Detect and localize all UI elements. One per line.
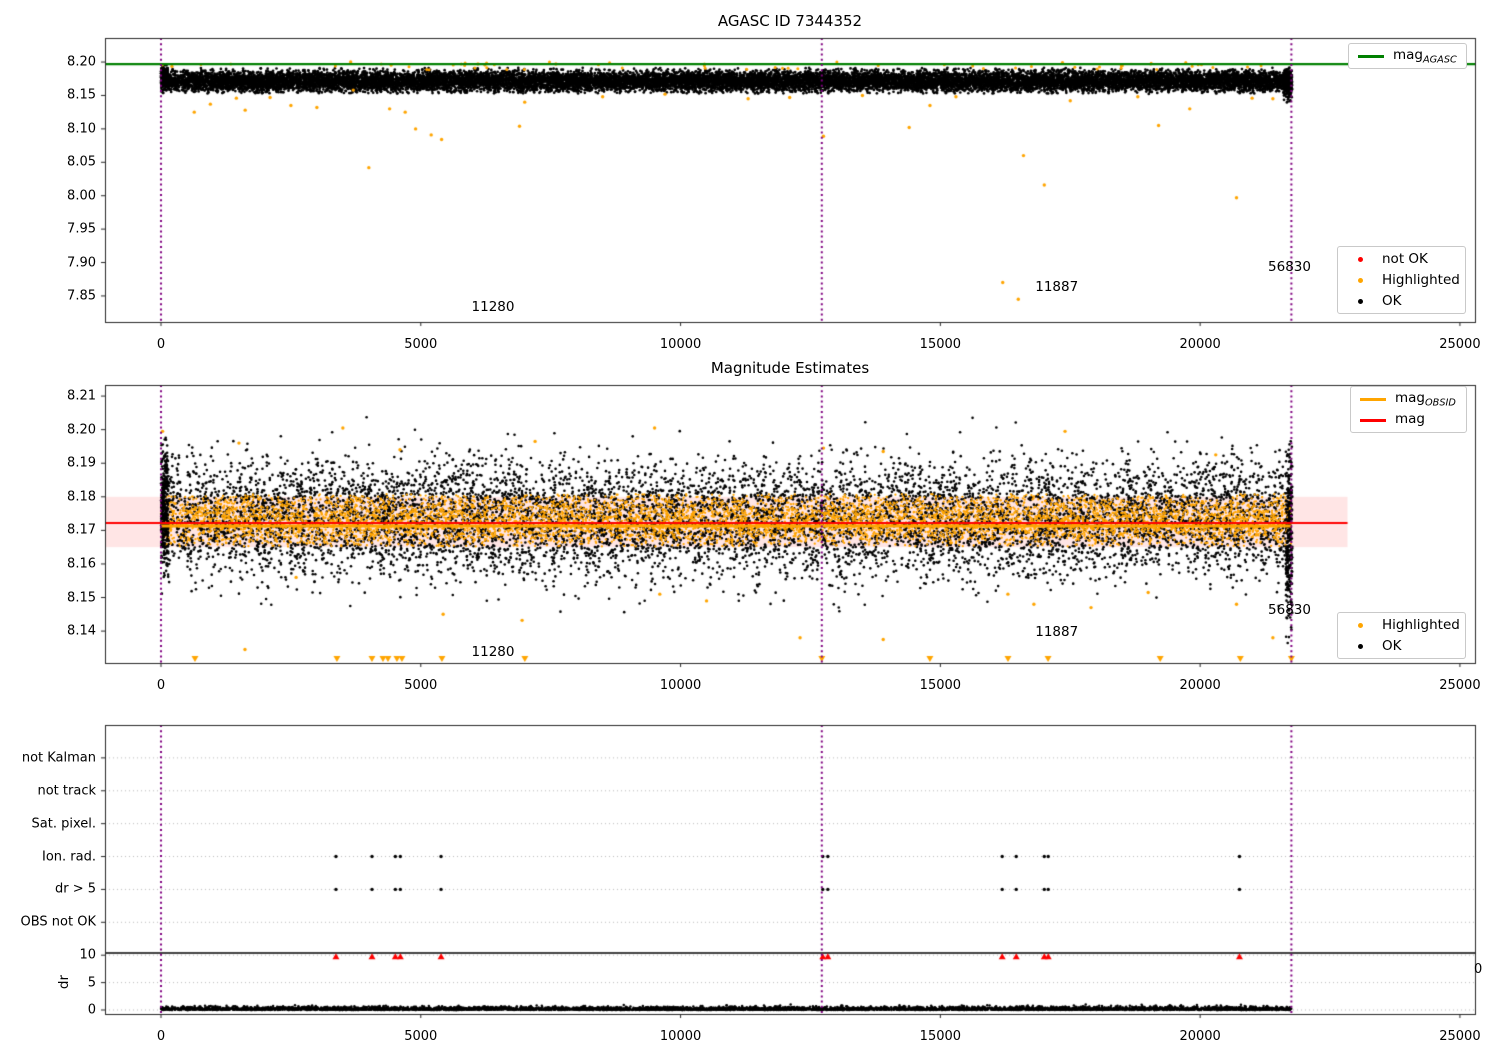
legend-mag-lines: magOBSID mag <box>1350 386 1467 433</box>
y-tick-label: 7.95 <box>67 221 96 237</box>
marker-wrap <box>1347 622 1373 628</box>
x-tick-label: 15000 <box>919 678 962 693</box>
x-tick-label: 20000 <box>1179 1029 1221 1044</box>
legend-top-markers: not OK Highlighted OK <box>1337 246 1466 314</box>
flag-row-label: Ion. rad. <box>42 849 96 865</box>
legend-label-sub: AGASC <box>1423 54 1457 66</box>
legend-middle-markers: Highlighted OK <box>1337 612 1466 659</box>
mag-line-swatch <box>1360 418 1386 422</box>
x-tick-label: 15000 <box>919 1029 962 1044</box>
x-tick-label: 10000 <box>659 337 702 352</box>
legend-entry-mag-agasc: magAGASC <box>1358 47 1457 66</box>
marker-wrap <box>1347 298 1373 304</box>
figure: AGASC ID 7344352 Magnitude Estimates 0 50… <box>0 0 1500 1050</box>
flag-row-label: Sat. pixel. <box>31 816 96 832</box>
marker-wrap <box>1347 256 1373 262</box>
y-tick-label: 8.10 <box>67 121 96 137</box>
x-tick-label: 20000 <box>1179 678 1221 693</box>
x-tick-label: 0 <box>156 1029 166 1044</box>
legend-entry-not-ok: not OK <box>1347 251 1456 267</box>
legend-label-base: mag <box>1395 410 1425 427</box>
legend-entry-mag: mag <box>1360 411 1457 430</box>
legend-label-ok: OK <box>1382 293 1402 309</box>
obsid-annotation: 11887 <box>1035 278 1079 295</box>
x-tick-label: 5000 <box>404 1029 438 1044</box>
legend-label-sub: OBSID <box>1425 397 1456 409</box>
legend-label-highlighted: Highlighted <box>1382 272 1460 288</box>
right-edge-label: 0 <box>1474 962 1483 977</box>
x-tick-label: 25000 <box>1439 337 1481 352</box>
legend-mag-agasc: magAGASC <box>1348 43 1467 69</box>
x-tick-label: 20000 <box>1179 337 1221 352</box>
dr-tick-label: 5 <box>87 975 96 991</box>
x-tick-label: 5000 <box>404 337 438 352</box>
legend-label-mag: mag <box>1395 411 1425 430</box>
obsid-annotation: 11280 <box>471 643 515 660</box>
legend-label-base: mag <box>1395 389 1425 406</box>
flag-row-label: not Kalman <box>21 750 96 766</box>
legend-label-base: mag <box>1393 46 1423 63</box>
legend-entry-ok: OK <box>1347 638 1456 654</box>
legend-label-mag-obsid: magOBSID <box>1395 390 1456 409</box>
y-tick-label: 8.15 <box>67 590 96 606</box>
y-tick-label: 7.90 <box>67 255 96 271</box>
ok-marker-icon <box>1357 298 1363 304</box>
dr-tick-label: 0 <box>87 1002 96 1018</box>
x-tick-label: 10000 <box>659 678 702 693</box>
x-tick-label: 0 <box>156 678 166 693</box>
legend-label-not-ok: not OK <box>1382 251 1428 267</box>
legend-entry-highlighted: Highlighted <box>1347 617 1460 633</box>
agasc-line-swatch <box>1358 54 1384 58</box>
x-tick-label: 25000 <box>1439 678 1481 693</box>
y-tick-label: 7.85 <box>67 288 96 304</box>
legend-entry-mag-obsid: magOBSID <box>1360 390 1457 409</box>
flag-row-label: dr > 5 <box>54 881 96 897</box>
x-tick-label: 0 <box>156 337 166 352</box>
x-tick-label: 15000 <box>919 337 962 352</box>
ok-marker-icon <box>1357 643 1363 649</box>
marker-wrap <box>1347 277 1373 283</box>
not-ok-marker-icon <box>1357 256 1363 262</box>
y-tick-label: 8.21 <box>67 388 96 404</box>
obsid-line-swatch <box>1360 397 1386 401</box>
legend-label-highlighted: Highlighted <box>1382 617 1460 633</box>
y-tick-label: 8.14 <box>67 623 96 639</box>
highlighted-marker-icon <box>1357 277 1363 283</box>
x-tick-label: 25000 <box>1439 1029 1481 1044</box>
dr-tick-label: 10 <box>79 947 96 963</box>
legend-label-ok: OK <box>1382 638 1402 654</box>
chart-canvas <box>0 0 1500 1050</box>
obsid-annotation: 56830 <box>1268 601 1311 618</box>
y-tick-label: 8.00 <box>67 188 96 204</box>
x-tick-label: 5000 <box>404 678 438 693</box>
y-tick-label: 8.18 <box>67 489 96 505</box>
middle-chart-title: Magnitude Estimates <box>710 359 870 377</box>
dr-axis-label: dr <box>56 974 72 990</box>
y-tick-label: 8.05 <box>67 154 96 170</box>
y-tick-label: 8.19 <box>67 455 96 471</box>
y-tick-label: 8.20 <box>67 54 96 70</box>
legend-entry-highlighted: Highlighted <box>1347 272 1460 288</box>
y-tick-label: 8.16 <box>67 556 96 572</box>
obsid-annotation: 11280 <box>471 299 515 316</box>
y-tick-label: 8.20 <box>67 422 96 438</box>
y-tick-label: 8.15 <box>67 87 96 103</box>
obsid-annotation: 56830 <box>1268 259 1311 275</box>
flag-row-label: OBS not OK <box>20 914 97 930</box>
obsid-annotation: 11887 <box>1035 623 1079 640</box>
top-chart-title: AGASC ID 7344352 <box>717 12 863 30</box>
highlighted-marker-icon <box>1357 622 1363 628</box>
legend-entry-ok: OK <box>1347 293 1456 309</box>
x-tick-label: 10000 <box>659 1029 702 1044</box>
marker-wrap <box>1347 643 1373 649</box>
y-tick-label: 8.17 <box>67 522 96 538</box>
flag-row-label: not track <box>37 783 96 799</box>
legend-label-mag-agasc: magAGASC <box>1393 47 1457 66</box>
